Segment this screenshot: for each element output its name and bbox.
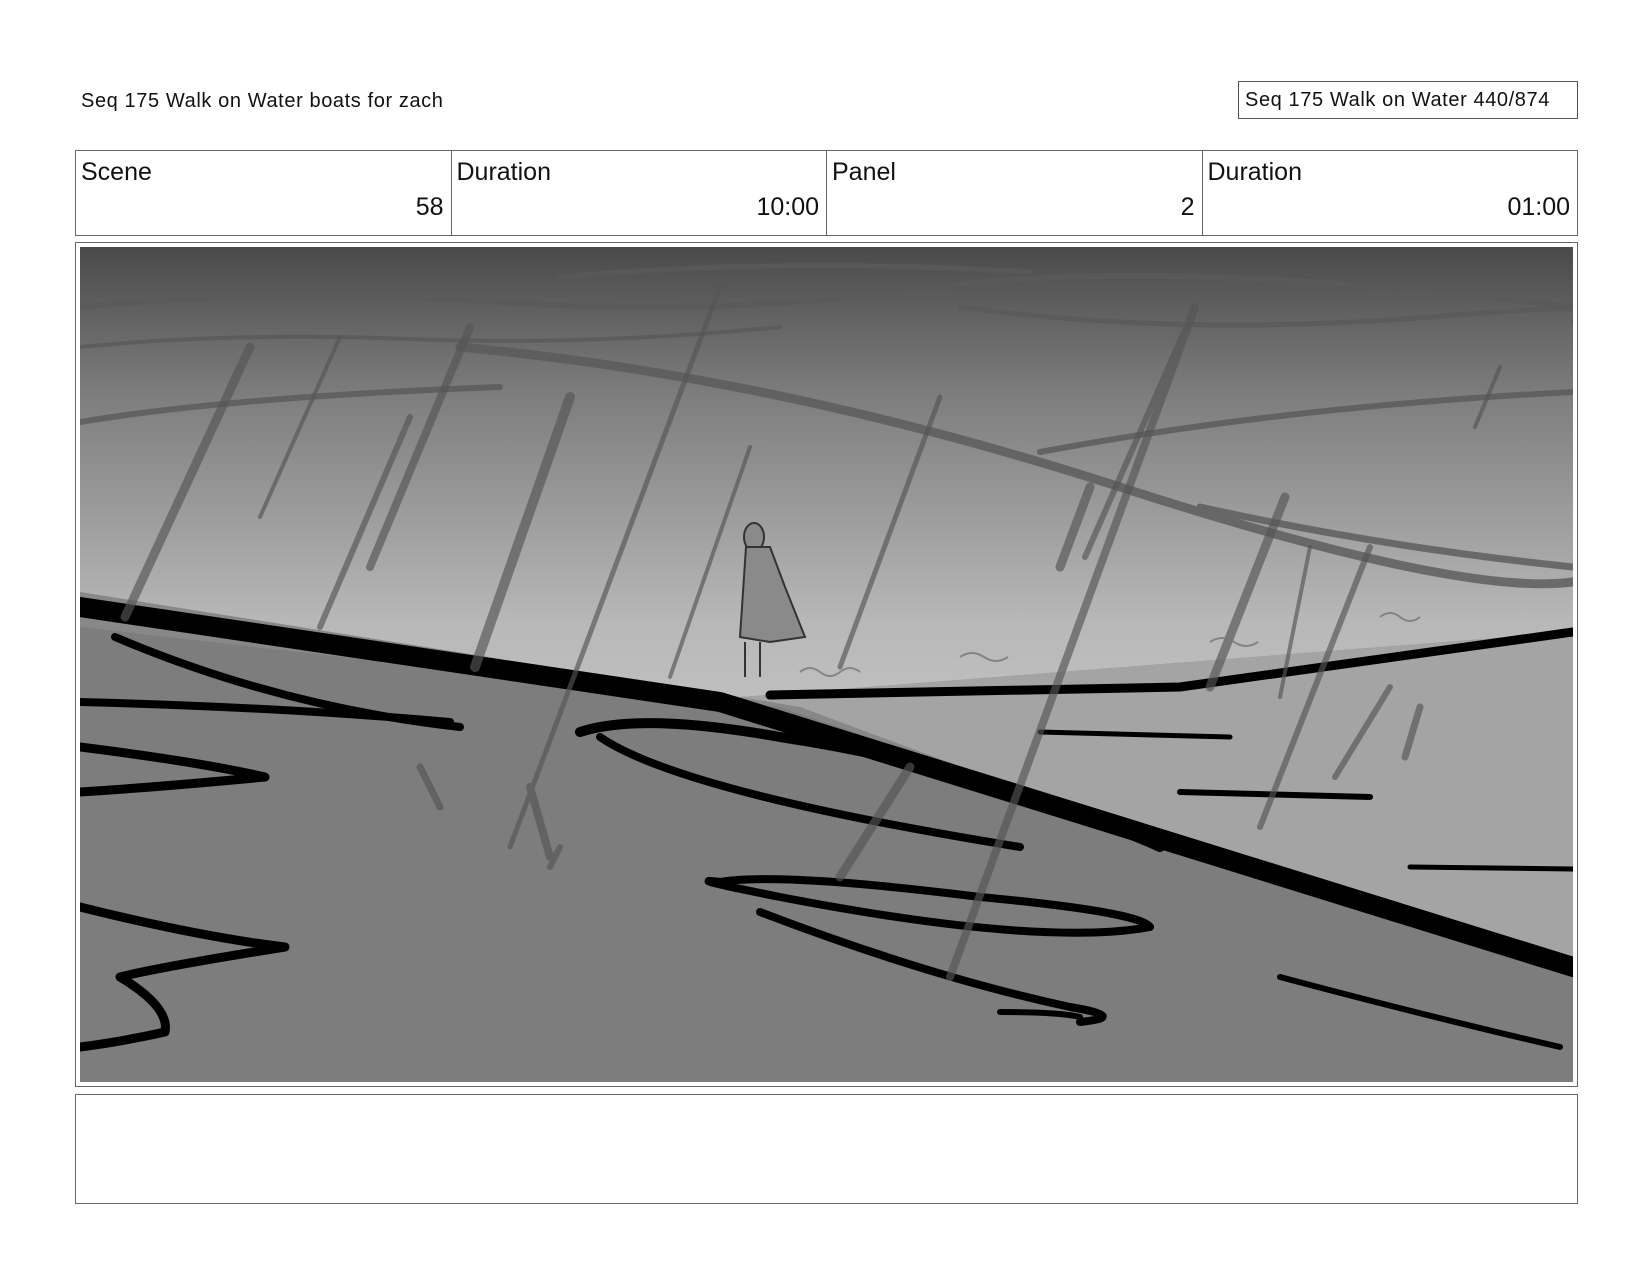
scene-value: 58	[415, 193, 444, 221]
panel-value: 2	[1180, 193, 1195, 221]
scene-label: Scene	[81, 158, 152, 186]
sequence-page-indicator: Seq 175 Walk on Water 440/874	[1238, 81, 1578, 119]
panel-label: Panel	[832, 158, 896, 186]
panel-duration-cell: Duration 01:00	[1203, 151, 1578, 235]
scene-duration-cell: Duration 10:00	[452, 151, 827, 235]
storyboard-sketch	[80, 247, 1573, 1082]
scene-duration-label: Duration	[456, 158, 552, 186]
panel-duration-value: 01:00	[1507, 193, 1570, 221]
scene-cell: Scene 58	[76, 151, 452, 235]
panel-cell: Panel 2	[827, 151, 1203, 235]
sequence-title: Seq 175 Walk on Water boats for zach	[81, 90, 444, 112]
storyboard-panel-frame	[75, 242, 1578, 1087]
panel-duration-label: Duration	[1207, 158, 1303, 186]
panel-info-table: Scene 58 Duration 10:00 Panel 2 Duration…	[75, 150, 1578, 236]
panel-notes-box	[75, 1094, 1578, 1204]
scene-duration-value: 10:00	[756, 193, 819, 221]
